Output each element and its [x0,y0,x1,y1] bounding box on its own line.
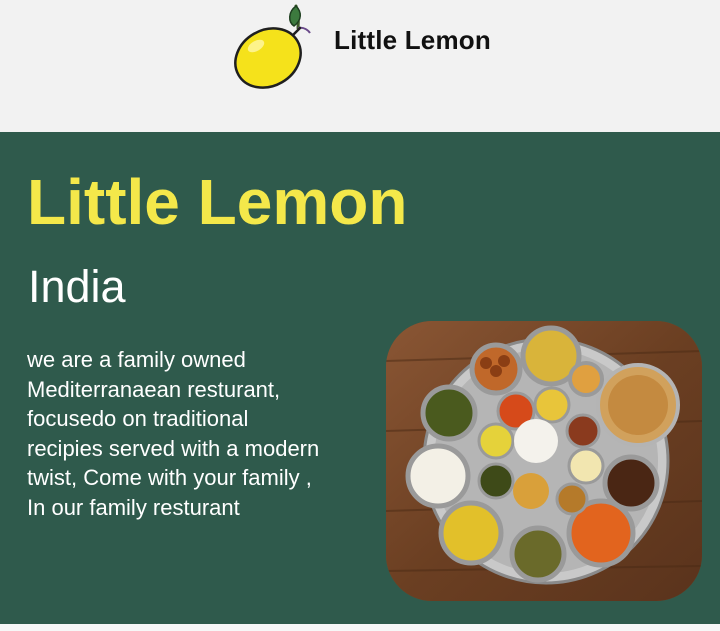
hero-description-line: we are a family owned [27,347,246,372]
hero-description-line: Mediterranaean resturant, [27,376,281,402]
hero-description-line: focusedo on traditional [27,406,249,431]
hero-subtitle: India [28,261,126,312]
bottom-strip [0,624,720,631]
hero-description-line: twist, Come with your family , [27,465,312,490]
hero-section: Little Lemon India we are a family owned… [0,132,720,624]
app-header: Little Lemon [0,0,720,132]
hero-description-line: In our family resturant [27,494,240,520]
brand-name: Little Lemon [334,25,491,55]
food-platter-image [386,321,702,601]
hero-description: we are a family owned Mediterranaean res… [27,345,372,522]
hero-title: Little Lemon [27,166,408,238]
lemon-icon [234,4,311,89]
hero-description-line: recipies served with a modern [27,435,320,461]
